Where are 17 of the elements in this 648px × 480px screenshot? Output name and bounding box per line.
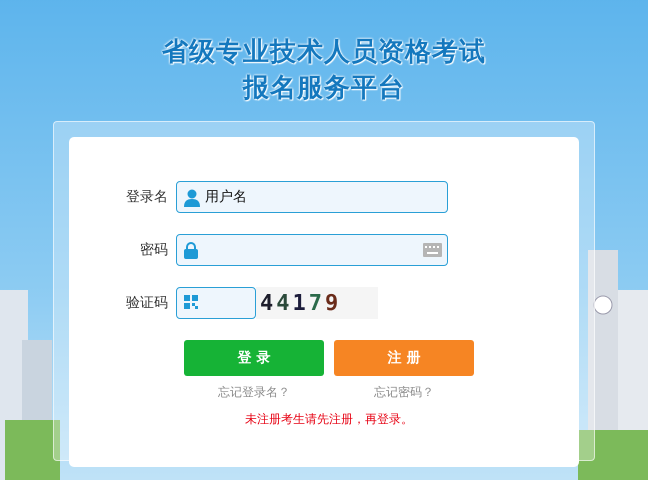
- forgot-password-link[interactable]: 忘记密码？: [334, 384, 474, 401]
- page-title: 省级专业技术人员资格考试: [162, 36, 486, 69]
- captcha-field[interactable]: [176, 287, 256, 319]
- password-field[interactable]: [176, 234, 448, 266]
- page-title: 报名服务平台: [243, 72, 405, 105]
- forgot-username-link[interactable]: 忘记登录名？: [184, 384, 324, 401]
- register-notice: 未注册考生请先注册，再登录。: [244, 411, 414, 428]
- user-icon: [184, 189, 200, 207]
- username-field[interactable]: 用户名: [176, 181, 448, 213]
- field-label: 验证码: [125, 294, 169, 312]
- field-label: 密码: [139, 241, 169, 259]
- login-button[interactable]: 登 录: [184, 340, 324, 376]
- lock-icon: [184, 242, 198, 259]
- qr-code-icon: [184, 295, 198, 309]
- register-button[interactable]: 注 册: [334, 340, 474, 376]
- field-label: 登录名: [125, 188, 169, 206]
- keyboard-icon[interactable]: [423, 243, 442, 257]
